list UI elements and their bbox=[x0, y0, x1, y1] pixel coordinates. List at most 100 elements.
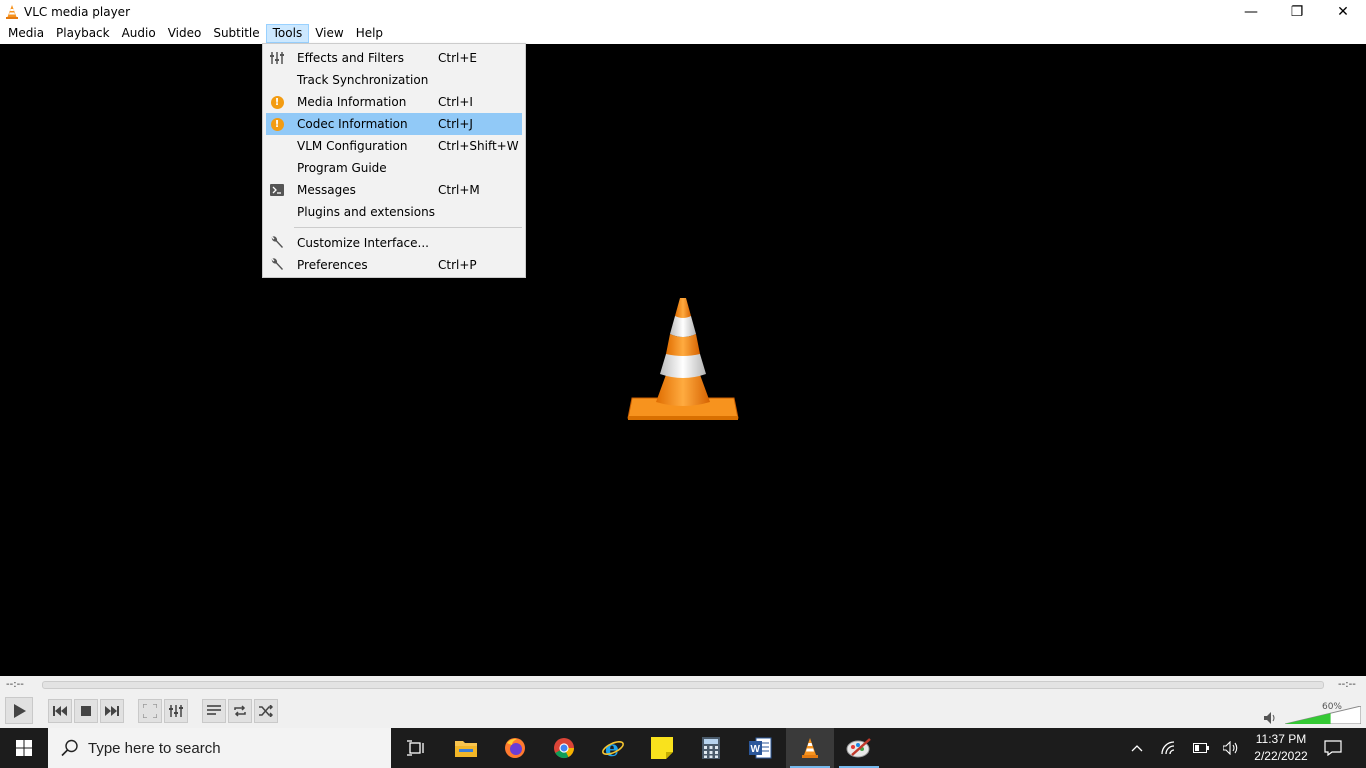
menu-subtitle[interactable]: Subtitle bbox=[207, 24, 265, 43]
menu-item-label: Effects and Filters bbox=[297, 51, 404, 65]
volume-tray-button[interactable] bbox=[1222, 739, 1240, 757]
show-hidden-icons-button[interactable] bbox=[1128, 739, 1146, 757]
wrench-icon bbox=[270, 236, 284, 250]
start-button[interactable] bbox=[0, 728, 48, 768]
terminal-icon bbox=[270, 183, 284, 197]
info-icon: ! bbox=[270, 117, 284, 131]
menu-item-media-information[interactable]: ! Media Information Ctrl+I bbox=[266, 91, 522, 113]
equalizer-icon bbox=[270, 51, 284, 65]
close-button[interactable]: ✕ bbox=[1320, 0, 1366, 23]
wifi-icon bbox=[1161, 741, 1175, 755]
fullscreen-icon bbox=[143, 704, 157, 718]
paint-taskbar-button[interactable] bbox=[835, 728, 883, 768]
vlc-app-icon bbox=[6, 4, 18, 19]
skip-next-icon bbox=[105, 706, 119, 716]
clock-time: 11:37 PM bbox=[1255, 732, 1307, 746]
volume-slider[interactable] bbox=[1285, 706, 1361, 724]
elapsed-time: --:-- bbox=[6, 679, 24, 690]
menu-item-plugins-extensions[interactable]: Plugins and extensions bbox=[266, 201, 522, 223]
menu-item-messages[interactable]: Messages Ctrl+M bbox=[266, 179, 522, 201]
speaker-icon[interactable] bbox=[1264, 712, 1278, 724]
windows-taskbar: Type here to search e W 11:37 PM 2/22/20… bbox=[0, 728, 1366, 768]
equalizer-icon bbox=[169, 705, 183, 717]
taskbar-clock[interactable]: 11:37 PM 2/22/2022 bbox=[1250, 731, 1312, 765]
battery-icon bbox=[1193, 743, 1209, 753]
menu-view[interactable]: View bbox=[309, 24, 349, 43]
menu-item-codec-information[interactable]: ! Codec Information Ctrl+J bbox=[266, 113, 522, 135]
loop-icon bbox=[234, 705, 246, 717]
battery-tray-button[interactable] bbox=[1192, 739, 1210, 757]
calculator-taskbar-button[interactable] bbox=[687, 728, 735, 768]
action-center-button[interactable] bbox=[1324, 739, 1342, 757]
paint-icon bbox=[846, 738, 871, 758]
menu-item-label: Customize Interface... bbox=[297, 236, 429, 250]
menu-item-label: Plugins and extensions bbox=[297, 205, 435, 219]
sticky-notes-icon bbox=[651, 737, 673, 759]
previous-button[interactable] bbox=[48, 699, 72, 723]
shuffle-button[interactable] bbox=[254, 699, 278, 723]
stop-button[interactable] bbox=[74, 699, 98, 723]
word-taskbar-button[interactable]: W bbox=[736, 728, 784, 768]
menu-item-label: Messages bbox=[297, 183, 356, 197]
sticky-notes-taskbar-button[interactable] bbox=[638, 728, 686, 768]
task-view-icon bbox=[407, 740, 424, 756]
playback-controls: 60% bbox=[0, 696, 1366, 728]
network-tray-button[interactable] bbox=[1160, 739, 1178, 757]
clock-date: 2/22/2022 bbox=[1254, 749, 1308, 763]
menu-item-customize-interface[interactable]: Customize Interface... bbox=[266, 232, 522, 254]
playlist-button[interactable] bbox=[202, 699, 226, 723]
notification-icon bbox=[1324, 740, 1342, 756]
menu-item-track-sync[interactable]: Track Synchronization bbox=[266, 69, 522, 91]
menu-help[interactable]: Help bbox=[350, 24, 389, 43]
menu-item-preferences[interactable]: Preferences Ctrl+P bbox=[266, 254, 522, 276]
menu-item-vlm-configuration[interactable]: VLM Configuration Ctrl+Shift+W bbox=[266, 135, 522, 157]
firefox-taskbar-button[interactable] bbox=[491, 728, 539, 768]
menu-item-program-guide[interactable]: Program Guide bbox=[266, 157, 522, 179]
window-title: VLC media player bbox=[24, 4, 131, 19]
play-button[interactable] bbox=[5, 697, 33, 724]
taskbar-search-box[interactable]: Type here to search bbox=[48, 728, 391, 768]
menu-item-shortcut: Ctrl+M bbox=[438, 183, 480, 197]
speaker-icon bbox=[1223, 741, 1238, 755]
menu-tools[interactable]: Tools bbox=[265, 24, 310, 43]
restore-button[interactable]: ❐ bbox=[1274, 0, 1320, 23]
video-area[interactable] bbox=[0, 44, 1366, 676]
menu-media[interactable]: Media bbox=[2, 24, 50, 43]
chevron-up-icon bbox=[1131, 745, 1143, 752]
info-icon: ! bbox=[270, 95, 284, 109]
next-button[interactable] bbox=[100, 699, 124, 723]
menu-item-label: Codec Information bbox=[297, 117, 408, 131]
chrome-icon bbox=[554, 738, 575, 759]
loop-button[interactable] bbox=[228, 699, 252, 723]
window-controls: — ❐ ✕ bbox=[1228, 0, 1366, 23]
seek-slider[interactable] bbox=[42, 681, 1324, 689]
menu-playback[interactable]: Playback bbox=[50, 24, 116, 43]
seek-row: --:-- --:-- bbox=[0, 676, 1366, 696]
search-placeholder: Type here to search bbox=[88, 739, 221, 757]
internet-explorer-taskbar-button[interactable]: e bbox=[589, 728, 637, 768]
windows-logo-icon bbox=[16, 740, 32, 756]
fullscreen-button[interactable] bbox=[138, 699, 162, 723]
shuffle-icon bbox=[259, 705, 273, 717]
internet-explorer-icon: e bbox=[602, 737, 624, 759]
menu-item-label: VLM Configuration bbox=[297, 139, 408, 153]
minimize-button[interactable]: — bbox=[1228, 0, 1274, 23]
vlc-taskbar-button[interactable] bbox=[786, 728, 834, 768]
menu-item-effects-filters[interactable]: Effects and Filters Ctrl+E bbox=[266, 47, 522, 69]
stop-icon bbox=[81, 706, 91, 716]
word-icon: W bbox=[749, 737, 772, 759]
chrome-taskbar-button[interactable] bbox=[540, 728, 588, 768]
vlc-cone-logo bbox=[627, 298, 739, 420]
skip-previous-icon bbox=[53, 706, 67, 716]
vlc-icon bbox=[802, 738, 818, 758]
extended-settings-button[interactable] bbox=[164, 699, 188, 723]
file-explorer-icon bbox=[455, 741, 477, 757]
wrench-icon bbox=[270, 258, 284, 272]
menu-video[interactable]: Video bbox=[162, 24, 208, 43]
menu-bar: Media Playback Audio Video Subtitle Tool… bbox=[0, 23, 1366, 44]
menu-audio[interactable]: Audio bbox=[116, 24, 162, 43]
playlist-icon bbox=[207, 705, 221, 715]
file-explorer-taskbar-button[interactable] bbox=[442, 728, 490, 768]
task-view-button[interactable] bbox=[392, 728, 440, 768]
vlc-window: VLC media player — ❐ ✕ Media Playback Au… bbox=[0, 0, 1366, 768]
